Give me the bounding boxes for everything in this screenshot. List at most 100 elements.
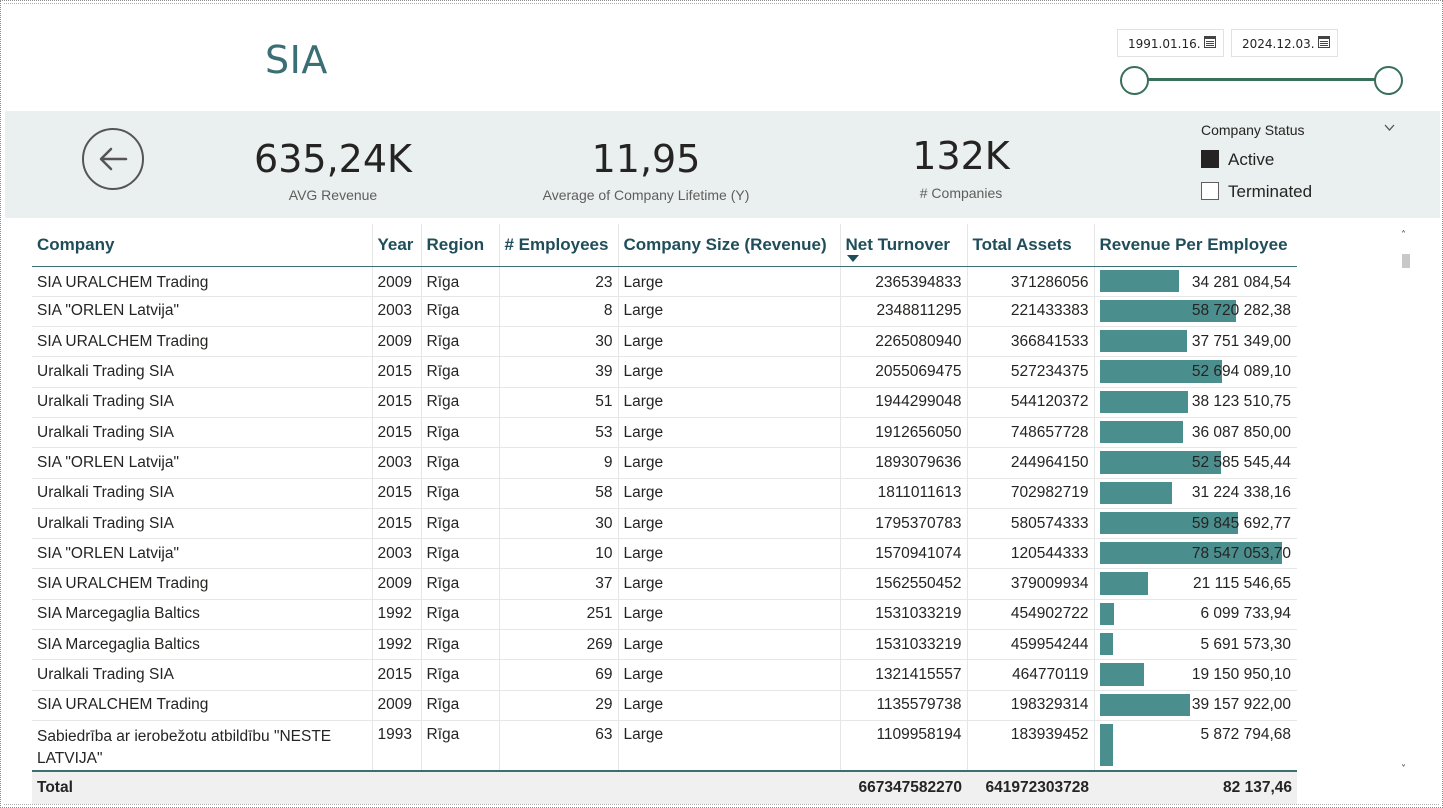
checkbox-checked[interactable] [1201,150,1219,168]
calendar-icon[interactable] [1318,36,1330,48]
col-header-company[interactable]: Company [32,224,373,267]
cell-company-size: Large [618,629,841,661]
revenue-per-employee-value: 34 281 084,54 [1191,273,1291,291]
date-range-start-handle[interactable] [1120,66,1149,95]
col-header-year[interactable]: Year [372,224,422,267]
table-scrollbar[interactable]: ˄ ˅ [1398,226,1414,786]
cell-year: 2015 [372,508,422,540]
cell-company: SIA URALCHEM Trading [32,266,373,297]
cell-region: Rīga [421,266,500,297]
kpi-companies-label: # Companies [919,185,1003,201]
checkbox-unchecked[interactable] [1201,182,1219,200]
cell-net-turnover: 1944299048 [840,387,968,418]
table-row[interactable]: SIA URALCHEM Trading 2009 Rīga 30 Large 22650… [32,326,1297,358]
cell-revenue-per-employee: 52 694 089,10 [1094,356,1297,388]
cell-net-turnover: 1321415557 [840,659,968,691]
table-row[interactable]: SIA URALCHEM Trading 2009 Rīga 37 Large 15625… [32,568,1297,600]
kpi-companies-value: 132K [912,134,1010,178]
cell-region: Rīga [421,629,500,661]
table-row[interactable]: SIA URALCHEM Trading 2009 Rīga 23 Large 23653… [32,266,1297,297]
revenue-per-employee-value: 52 585 545,44 [1191,453,1291,471]
cell-year: 2003 [372,538,422,570]
table-row[interactable]: Uralkali Trading SIA 2015 Rīga 51 Large 19442… [32,387,1297,418]
cell-employees: 9 [499,447,619,479]
calendar-icon[interactable] [1204,36,1216,48]
cell-total-assets: 183939452 [967,720,1095,772]
cell-company: SIA "ORLEN Latvija" [32,296,373,328]
total-empty [421,769,499,804]
col-header-employees[interactable]: # Employees [499,224,619,267]
cell-total-assets: 702982719 [967,478,1095,509]
cell-company-size: Large [618,690,841,721]
date-to-input[interactable]: 2024.12.03. [1231,29,1338,57]
date-range-end-handle[interactable] [1374,66,1403,95]
status-option-active[interactable]: Active [1201,150,1274,170]
cell-region: Rīga [421,478,500,509]
cell-net-turnover: 2365394833 [840,266,968,297]
kpi-lifetime-label: Average of Company Lifetime (Y) [542,187,750,203]
col-header-company-size[interactable]: Company Size (Revenue) [618,224,841,267]
cell-company-size: Large [618,326,841,358]
cell-net-turnover: 2055069475 [840,356,968,388]
cell-employees: 30 [499,508,619,540]
cell-year: 1992 [372,629,422,661]
table-row[interactable]: SIA "ORLEN Latvija" 2003 Rīga 8 Large 2348811… [32,296,1297,328]
col-header-revenue-per-employee[interactable]: Revenue Per Employee [1094,224,1297,267]
cell-company-size: Large [618,417,841,449]
table-row[interactable]: Uralkali Trading SIA 2015 Rīga 53 Large 19126… [32,417,1297,449]
table-row[interactable]: SIA Marcegaglia Baltics 1992 Rīga 251 Large 1… [32,599,1297,631]
scroll-up-icon[interactable]: ˄ [1401,230,1406,241]
date-from-input[interactable]: 1991.01.16. [1117,29,1224,57]
revenue-per-employee-value: 36 087 850,00 [1191,423,1291,441]
table-row[interactable]: SIA "ORLEN Latvija" 2003 Rīga 10 Large 157094… [32,538,1297,570]
table-row[interactable]: SIA Marcegaglia Baltics 1992 Rīga 269 Large 1… [32,629,1297,661]
cell-net-turnover: 1811011613 [840,478,968,509]
scroll-down-icon[interactable]: ˅ [1401,764,1406,775]
cell-employees: 23 [499,266,619,297]
cell-company: Uralkali Trading SIA [32,356,373,388]
cell-company-size: Large [618,447,841,479]
cell-company: SIA Marcegaglia Baltics [32,599,373,631]
table-row[interactable]: Uralkali Trading SIA 2015 Rīga 30 Large 17953… [32,508,1297,540]
revenue-per-employee-value: 5 691 573,30 [1200,635,1291,653]
scroll-thumb[interactable] [1402,254,1410,268]
col-header-net-turnover[interactable]: Net Turnover [840,224,968,267]
table-row[interactable]: Uralkali Trading SIA 2015 Rīga 69 Large 13214… [32,659,1297,691]
cell-total-assets: 459954244 [967,629,1095,661]
chevron-down-icon[interactable] [1384,122,1395,133]
kpi-avg-revenue-value: 635,24K [254,137,412,181]
revenue-per-employee-value: 58 720 282,38 [1191,302,1291,320]
col-header-total-assets[interactable]: Total Assets [967,224,1095,267]
back-button[interactable] [82,128,144,190]
total-empty [372,769,421,804]
companies-table: Company Year Region # Employees Company … [32,224,1297,804]
cell-employees: 53 [499,417,619,449]
cell-net-turnover: 1912656050 [840,417,968,449]
cell-company-size: Large [618,387,841,418]
cell-company-size: Large [618,720,841,772]
cell-total-assets: 244964150 [967,447,1095,479]
cell-company-size: Large [618,478,841,509]
table-row[interactable]: SIA URALCHEM Trading 2009 Rīga 29 Large 11355… [32,690,1297,721]
cell-region: Rīga [421,599,500,631]
table-row[interactable]: SIA "ORLEN Latvija" 2003 Rīga 9 Large 1893079… [32,447,1297,479]
revenue-per-employee-value: 6 099 733,94 [1200,605,1291,623]
date-range-slider-track[interactable] [1135,78,1389,81]
cell-employees: 10 [499,538,619,570]
cell-net-turnover: 1109958194 [840,720,968,772]
cell-revenue-per-employee: 58 720 282,38 [1094,296,1297,328]
table-row[interactable]: Uralkali Trading SIA 2015 Rīga 39 Large 20550… [32,356,1297,388]
table-row[interactable]: Sabiedrība ar ierobežotu atbildību "NEST… [32,720,1297,772]
cell-year: 2009 [372,690,422,721]
cell-company: SIA "ORLEN Latvija" [32,538,373,570]
cell-region: Rīga [421,690,500,721]
cell-year: 2015 [372,659,422,691]
revenue-per-employee-value: 5 872 794,68 [1200,725,1291,743]
status-option-terminated[interactable]: Terminated [1201,182,1312,202]
table-row[interactable]: Uralkali Trading SIA 2015 Rīga 58 Large 18110… [32,478,1297,509]
cell-employees: 58 [499,478,619,509]
cell-net-turnover: 2348811295 [840,296,968,328]
cell-year: 2015 [372,417,422,449]
cell-total-assets: 464770119 [967,659,1095,691]
col-header-region[interactable]: Region [421,224,500,267]
